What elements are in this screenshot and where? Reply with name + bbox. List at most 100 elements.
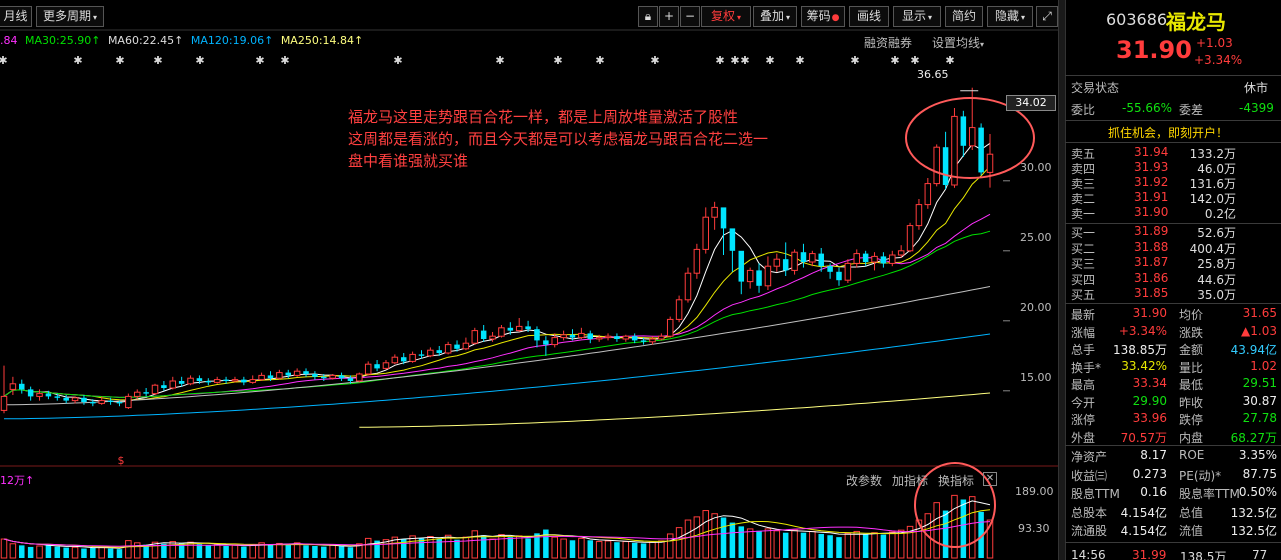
candle-body: [862, 253, 869, 262]
stat-label: 量比: [1179, 360, 1204, 375]
volume-bar: [515, 535, 523, 559]
annotation-text: 福龙马这里走势跟百合花一样，都是上周放堆量激活了股性 这周都是看涨的，而且今天都…: [348, 106, 768, 172]
sell-price: 31.94: [1134, 145, 1169, 159]
weibi-value: -55.66%: [1122, 101, 1173, 115]
close-panel-button[interactable]: ✕: [983, 472, 997, 486]
event-marker-icon: ✱: [393, 54, 402, 67]
stat-label: 总手: [1071, 343, 1096, 357]
candle-body: [738, 250, 745, 282]
volume-bar: [329, 544, 336, 559]
fin-label: 收益㈢: [1071, 468, 1108, 483]
buy-level-1[interactable]: 买一 31.89 52.6万: [1066, 224, 1280, 240]
change-params-link[interactable]: 改参数: [846, 472, 882, 489]
buy-level-2[interactable]: 买二 31.88 400.4万: [1066, 240, 1280, 256]
ma20-line: [3, 213, 991, 398]
sell-level-3[interactable]: 卖三 31.92 131.6万: [1066, 175, 1280, 191]
current-price-tag: 34.02: [1006, 95, 1056, 111]
volume-bar: [684, 519, 692, 559]
ma10-line: [3, 165, 991, 401]
stat-value: 33.96: [1132, 411, 1167, 425]
candle-body: [462, 342, 470, 350]
volume-bar: [614, 542, 620, 558]
volume-bar: [312, 545, 318, 558]
volume-bar: [116, 549, 123, 558]
candle-body: [356, 373, 363, 382]
quote-sidebar: 603686 福龙马 31.90 +1.03 +3.34% 交易状态 休市 委比…: [1065, 0, 1281, 560]
ma250-line: [359, 392, 991, 428]
add-indicator-link[interactable]: 加指标: [892, 472, 928, 489]
stat-label: 最低: [1179, 378, 1204, 392]
volume-bar: [836, 537, 842, 558]
volume-bar: [800, 532, 807, 558]
buy-price: 31.85: [1134, 286, 1169, 300]
candle-body: [924, 183, 932, 206]
open-account-promo[interactable]: 抓住机会，即刻开户！: [1108, 124, 1228, 141]
volume-bar: [36, 545, 43, 559]
dividend-marker-icon: $: [118, 454, 125, 467]
high-price-label: 36.65: [917, 68, 949, 81]
volume-bar: [338, 545, 345, 558]
buy-volume: 52.6万: [1197, 226, 1236, 240]
candle-body: [791, 251, 798, 271]
buy-label: 买二: [1071, 241, 1096, 256]
buy-level-3[interactable]: 买三 31.87 25.8万: [1066, 255, 1280, 271]
vertical-scrollbar[interactable]: [1058, 0, 1065, 560]
buy-volume: 35.0万: [1197, 288, 1236, 302]
volume-bar: [711, 513, 718, 559]
volume-bar: [9, 543, 17, 559]
sell-price: 31.93: [1134, 160, 1169, 174]
volume-bar: [507, 537, 514, 558]
candle-body: [595, 337, 603, 340]
candle-body: [773, 258, 781, 267]
event-marker-icon: ✱: [195, 54, 204, 67]
sell-level-2[interactable]: 卖四 31.93 46.0万: [1066, 160, 1280, 176]
candle-body: [347, 378, 354, 381]
volume-bar: [241, 546, 247, 558]
stock-name: 福龙马: [1166, 10, 1226, 34]
volume-bar: [658, 540, 665, 559]
volume-bar: [471, 530, 479, 559]
candle-body: [498, 327, 505, 337]
volume-bar: [196, 544, 203, 558]
volume-bar: [525, 538, 531, 558]
volume-bar: [551, 536, 558, 559]
stat-value: 33.42%: [1121, 358, 1167, 373]
sell-level-1[interactable]: 卖五 31.94 133.2万: [1066, 145, 1280, 161]
volume-bar: [125, 540, 132, 559]
stat-label: 昨收: [1179, 395, 1204, 410]
fin-label: 流通股: [1071, 524, 1108, 538]
candle-body: [223, 379, 229, 381]
volume-bar: [231, 544, 239, 559]
fin-value: 3.35%: [1238, 448, 1277, 462]
volume-bar: [303, 545, 309, 558]
volume-bar: [409, 535, 416, 559]
candle-body: [720, 207, 727, 229]
buy-volume: 25.8万: [1197, 257, 1236, 271]
candle-body: [649, 338, 656, 343]
sell-price: 31.90: [1134, 205, 1169, 219]
ma30-line: [3, 230, 991, 398]
buy-level-4[interactable]: 买四 31.86 44.6万: [1066, 271, 1280, 287]
sell-level-4[interactable]: 卖二 31.91 142.0万: [1066, 190, 1280, 206]
fin-label: PE(动)*: [1179, 468, 1222, 483]
sell-level-5[interactable]: 卖一 31.90 0.2亿: [1066, 205, 1280, 221]
volume-ma10-line: [3, 509, 991, 548]
annotation-line-3: 盘中看谁强就买谁: [348, 152, 469, 170]
candle-body: [906, 225, 914, 252]
volume-bar: [569, 540, 576, 558]
volume-bar: [364, 537, 372, 559]
candle-body: [543, 340, 549, 345]
buy-label: 买三: [1071, 257, 1096, 271]
volume-bar: [702, 510, 710, 559]
candle-body: [312, 374, 318, 377]
trade-state-value: 休市: [1244, 81, 1269, 95]
stat-label: 最新: [1071, 308, 1096, 322]
volume-bar: [595, 541, 603, 559]
event-marker-icon: ✱: [553, 54, 562, 67]
candle-body: [471, 330, 479, 344]
switch-indicator-link[interactable]: 换指标: [938, 472, 974, 489]
buy-level-5[interactable]: 买五 31.85 35.0万: [1066, 286, 1280, 302]
stat-value: 31.90: [1132, 306, 1167, 320]
candle-body: [249, 379, 256, 383]
volume-bar: [71, 546, 79, 559]
